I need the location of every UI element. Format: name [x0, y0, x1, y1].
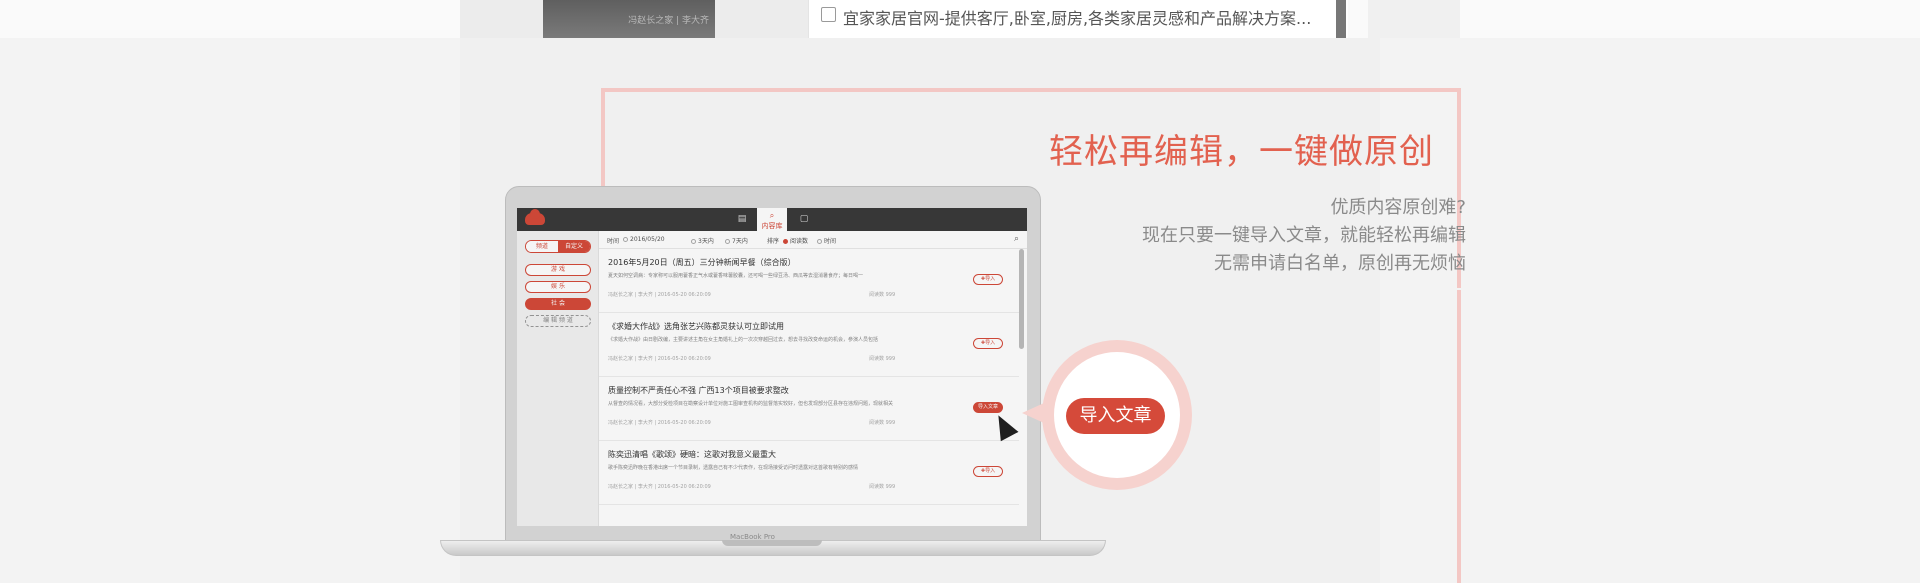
- feature-line: 优质内容原创难?: [1330, 197, 1466, 218]
- radio-icon: [783, 239, 788, 244]
- search-icon: ⌕: [769, 211, 775, 220]
- article-title[interactable]: 《求婚大作战》选角张艺兴陈都灵获认可立即试用: [608, 321, 784, 332]
- list-item[interactable]: 2016年5月20日（周五）三分钟新闻早餐（综合版） 夏天如何空调病：专家称可以…: [599, 249, 1019, 313]
- laptop-screen: ▤ ⌕ 内容库 ▢ 频道 自定义 游 戏 娱 乐 社 会 编 辑 频 道 时间 …: [517, 208, 1027, 526]
- filter-7days[interactable]: 7天内: [725, 236, 748, 245]
- radio-icon: [817, 239, 822, 244]
- article-reads: 阅读数 999: [869, 484, 896, 490]
- article-meta: 冯赵长之家 | 李大齐 | 2016-05-20 06:20:09: [608, 356, 711, 362]
- category-society[interactable]: 社 会: [525, 298, 591, 310]
- edit-channels-button[interactable]: 编 辑 频 道: [525, 315, 591, 327]
- time-label: 时间: [607, 238, 620, 245]
- result-checkbox[interactable]: [821, 7, 836, 22]
- article-title[interactable]: 2016年5月20日（周五）三分钟新闻早餐（综合版）: [608, 257, 796, 268]
- thumbnail-image: 冯赵长之家 | 李大齐: [543, 0, 715, 38]
- segment-custom[interactable]: 自定义: [558, 241, 590, 252]
- channel-segment: 频道 自定义: [525, 240, 591, 253]
- scrollbar[interactable]: [1336, 0, 1346, 38]
- previous-section-strip: 冯赵长之家 | 李大齐 宜家家居官网-提供客厅,卧室,厨房,各类家居灵感和产品解…: [0, 0, 1920, 38]
- segment-channel[interactable]: 频道: [526, 241, 558, 252]
- sort-option-label: 时间: [824, 238, 837, 245]
- frame-border-top: [601, 88, 1461, 92]
- radio-icon: [691, 239, 696, 244]
- article-title[interactable]: 质量控制不严责任心不强 广西13个项目被要求整改: [608, 385, 789, 396]
- tab-content-library[interactable]: ⌕ 内容库: [757, 208, 787, 233]
- article-meta: 冯赵长之家 | 李大齐 | 2016-05-20 06:20:09: [608, 292, 711, 298]
- article-reads: 阅读数 999: [869, 420, 896, 426]
- sort-time[interactable]: 时间: [817, 236, 836, 245]
- list-item[interactable]: 质量控制不严责任心不强 广西13个项目被要求整改 从督查的情况看，大部分受检项目…: [599, 377, 1019, 441]
- article-summary: 从督查的情况看，大部分受检项目在勘察设计单位对施工图审查机构的监督落实较好，但也…: [608, 401, 894, 407]
- laptop-brand: MacBook Pro: [730, 533, 775, 541]
- thumbnail-caption: 冯赵长之家 | 李大齐: [628, 16, 709, 26]
- feature-line: 现在只要一键导入文章，就能轻松再编辑: [1142, 225, 1466, 246]
- filter-bar: 时间 2016/05/20 3天内 7天内 排序 阅读数 时间 ⌕: [599, 231, 1027, 249]
- tab-label: 内容库: [761, 222, 783, 230]
- article-summary: 歌手陈奕迅昨晚在香港出席一个节目录制，透露自己有不少代表作，在现场接受访问时透露…: [608, 465, 859, 471]
- article-reads: 阅读数 999: [869, 356, 896, 362]
- callout-pointer: [1022, 403, 1044, 423]
- app-sidebar: 频道 自定义 游 戏 娱 乐 社 会 编 辑 频 道: [517, 231, 599, 526]
- article-summary: 《求婚大作战》由日剧改编，主要讲述主角在女主角婚礼上的一次次穿越回过去，想去寻找…: [608, 337, 879, 343]
- filter-label: 7天内: [732, 238, 748, 245]
- search-result-title[interactable]: 宜家家居官网-提供客厅,卧室,厨房,各类家居灵感和产品解决方案...: [843, 5, 1311, 29]
- date-value: 2016/05/20: [630, 236, 665, 243]
- category-entertainment[interactable]: 娱 乐: [525, 281, 591, 293]
- app-header: ▤ ⌕ 内容库 ▢: [517, 208, 1027, 233]
- frame-border-left: [601, 88, 605, 190]
- filter-3days[interactable]: 3天内: [691, 236, 714, 245]
- list-item[interactable]: 《求婚大作战》选角张艺兴陈都灵获认可立即试用 《求婚大作战》由日剧改编，主要讲述…: [599, 313, 1019, 377]
- article-title[interactable]: 陈奕迅清唱《歌颂》硬暗：这歌对我意义最重大: [608, 449, 776, 460]
- sort-option-label: 阅读数: [790, 238, 809, 245]
- article-summary: 夏天如何空调病：专家称可以服用藿香正气水或藿香味薯胶囊，还可喝一些绿豆汤、西瓜等…: [608, 273, 864, 279]
- article-meta: 冯赵长之家 | 李大齐 | 2016-05-20 06:20:09: [608, 420, 711, 426]
- feature-headline: 轻松再编辑，一键做原创: [1049, 132, 1434, 172]
- search-result-panel: 宜家家居官网-提供客厅,卧室,厨房,各类家居灵感和产品解决方案...: [808, 0, 1348, 38]
- list-scrollbar[interactable]: [1019, 249, 1024, 349]
- background-block: [1368, 0, 1460, 38]
- frame-border-right-lower: [1457, 290, 1461, 583]
- import-article-button[interactable]: 导入文章: [973, 402, 1003, 413]
- list-item[interactable]: 陈奕迅清唱《歌颂》硬暗：这歌对我意义最重大 歌手陈奕迅昨晚在香港出席一个节目录制…: [599, 441, 1019, 505]
- article-reads: 阅读数 999: [869, 292, 896, 298]
- feature-description: 优质内容原创难? 现在只要一键导入文章，就能轻松再编辑 无需申请白名单，原创再无…: [1142, 194, 1466, 278]
- cloud-logo-icon: [525, 209, 545, 225]
- tab-media[interactable]: ▢: [789, 208, 819, 231]
- date-filter[interactable]: 2016/05/20: [623, 236, 665, 243]
- filter-label: 3天内: [698, 238, 714, 245]
- category-games[interactable]: 游 戏: [525, 264, 591, 276]
- article-meta: 冯赵长之家 | 李大齐 | 2016-05-20 06:20:09: [608, 484, 711, 490]
- import-button[interactable]: ✚导入: [973, 466, 1003, 477]
- sort-label: 排序: [767, 238, 780, 245]
- tab-articles[interactable]: ▤: [727, 208, 757, 231]
- feature-line: 无需申请白名单，原创再无烦恼: [1214, 253, 1466, 274]
- radio-icon: [623, 237, 628, 242]
- search-icon[interactable]: ⌕: [1014, 234, 1019, 244]
- import-button[interactable]: ✚导入: [973, 274, 1003, 285]
- import-button[interactable]: ✚导入: [973, 338, 1003, 349]
- radio-icon: [725, 239, 730, 244]
- sort-reads[interactable]: 阅读数: [783, 236, 808, 245]
- import-article-callout-button[interactable]: 导入文章: [1066, 398, 1165, 434]
